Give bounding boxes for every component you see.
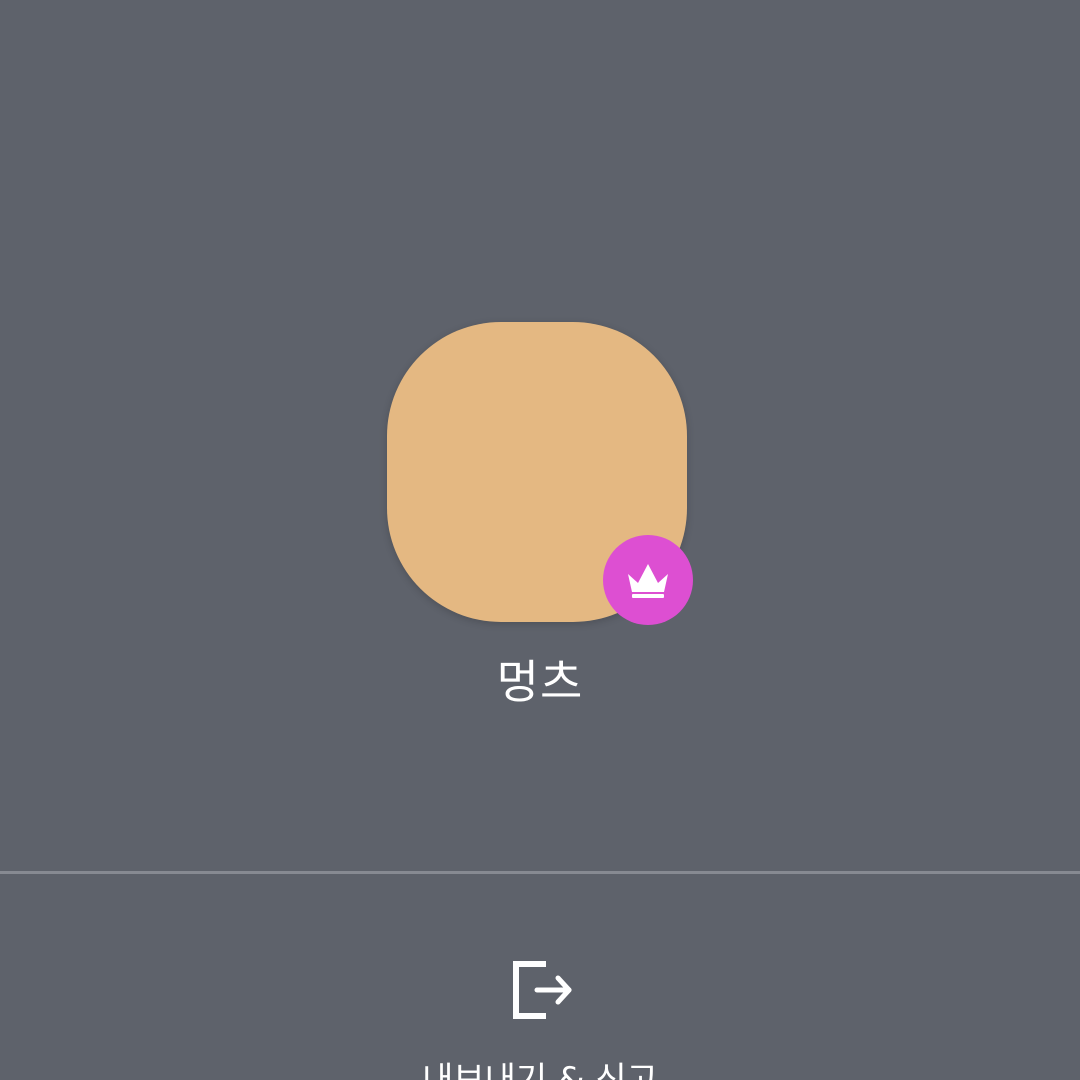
leave-report-label: 내보내기 & 신고 bbox=[422, 1060, 658, 1080]
owner-badge bbox=[603, 535, 693, 625]
exit-icon bbox=[510, 958, 576, 1022]
crown-icon bbox=[628, 564, 668, 598]
leave-report-button[interactable]: 내보내기 & 신고 bbox=[340, 930, 740, 1080]
profile-header: 멍츠 bbox=[0, 0, 1080, 872]
section-divider bbox=[0, 871, 1080, 874]
profile-name: 멍츠 bbox=[496, 655, 584, 709]
profile-screen: 멍츠 내보내기 & 신고 bbox=[0, 0, 1080, 1080]
